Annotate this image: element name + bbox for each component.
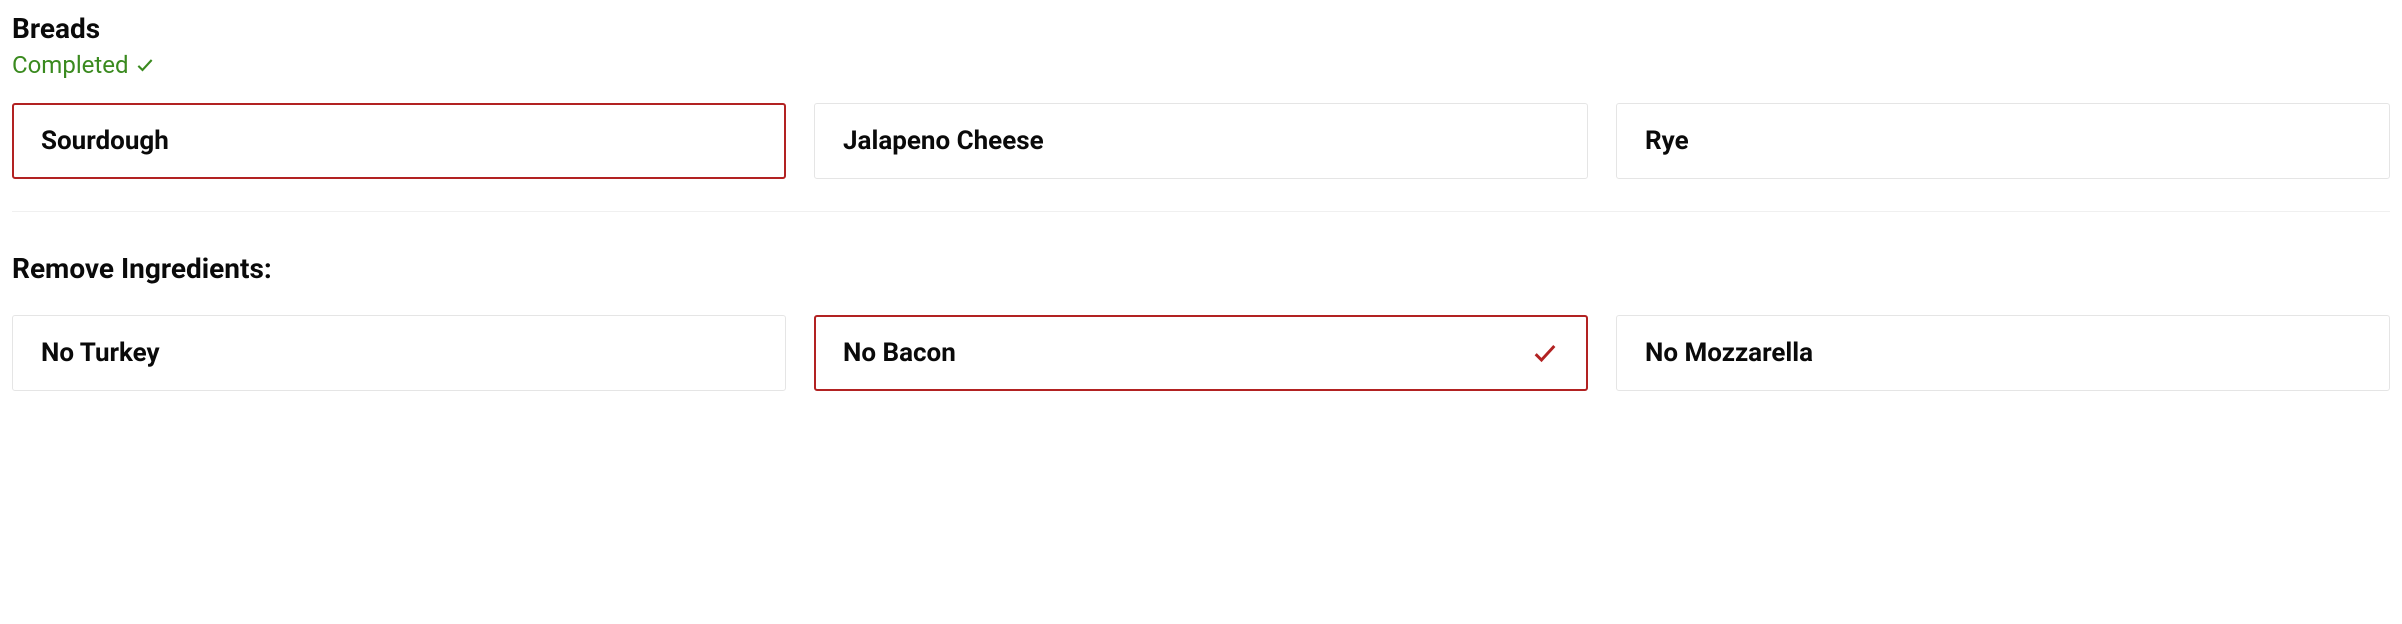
breads-options-row: Sourdough Jalapeno Cheese Rye bbox=[12, 103, 2390, 179]
section-divider bbox=[12, 211, 2390, 212]
bread-option-label: Jalapeno Cheese bbox=[843, 126, 1044, 156]
remove-option-0[interactable]: No Turkey bbox=[12, 315, 786, 391]
remove-option-1[interactable]: No Bacon bbox=[814, 315, 1588, 391]
remove-title: Remove Ingredients: bbox=[12, 252, 2390, 285]
remove-option-label: No Turkey bbox=[41, 338, 160, 368]
breads-title: Breads bbox=[12, 12, 2390, 45]
bread-option-label: Rye bbox=[1645, 126, 1689, 156]
remove-option-2[interactable]: No Mozzarella bbox=[1616, 315, 2390, 391]
check-icon bbox=[1531, 339, 1559, 367]
breads-status: Completed bbox=[12, 51, 2390, 79]
remove-option-label: No Bacon bbox=[843, 338, 956, 368]
breads-section: Breads Completed Sourdough Jalapeno Chees… bbox=[12, 12, 2390, 179]
bread-option-0[interactable]: Sourdough bbox=[12, 103, 786, 179]
bread-option-2[interactable]: Rye bbox=[1616, 103, 2390, 179]
status-text: Completed bbox=[12, 51, 129, 79]
remove-section: Remove Ingredients: No TurkeyNo BaconNo … bbox=[12, 252, 2390, 391]
bread-option-1[interactable]: Jalapeno Cheese bbox=[814, 103, 1588, 179]
check-icon bbox=[135, 55, 155, 75]
remove-option-label: No Mozzarella bbox=[1645, 338, 1813, 368]
bread-option-label: Sourdough bbox=[41, 126, 169, 156]
remove-options-row: No Turkey No Bacon No Mozzarella bbox=[12, 315, 2390, 391]
